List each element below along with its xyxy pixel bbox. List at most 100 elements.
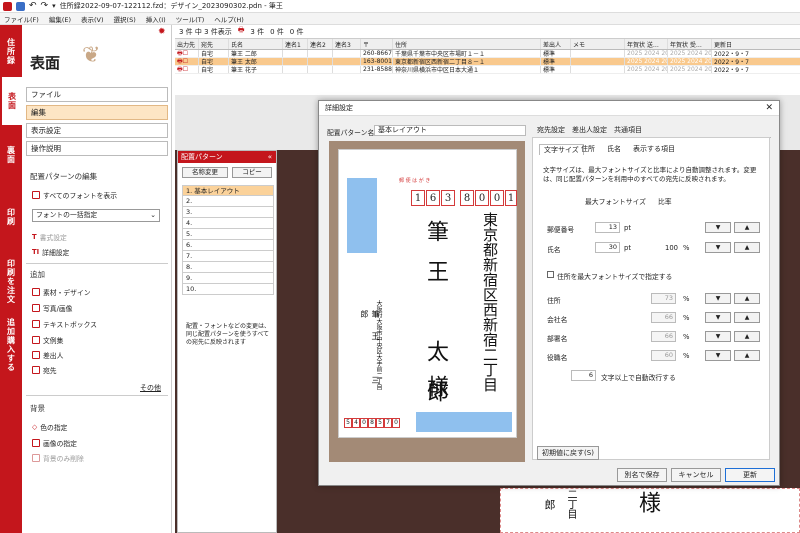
zip-size-input[interactable]: 13 <box>595 222 620 233</box>
pattern-name-input[interactable]: 基本レイアウト <box>374 125 526 136</box>
addr-increase-button[interactable]: ▲ <box>734 293 760 304</box>
menu-select[interactable]: 選択(S) <box>114 14 136 24</box>
bg-color[interactable]: ◇ 色の指定 <box>32 422 67 432</box>
tab-front[interactable]: 表面 <box>2 77 22 125</box>
add-recipient[interactable]: 宛先 <box>32 365 57 375</box>
list-item[interactable]: 4. <box>182 218 274 229</box>
list-item[interactable]: 9. <box>182 273 274 284</box>
col-name[interactable]: 氏名 <box>229 39 283 49</box>
rename-button[interactable]: 名称変更 <box>182 167 228 178</box>
add-material[interactable]: 素材・デザイン <box>32 287 91 297</box>
list-item[interactable]: 8. <box>182 262 274 273</box>
col-sender[interactable]: 差出人 <box>541 39 571 49</box>
tab-order-print[interactable]: 印刷を注文 <box>0 253 22 309</box>
title-decrease-button[interactable]: ▼ <box>705 350 731 361</box>
list-item[interactable]: 2. <box>182 196 274 207</box>
show-all-fonts[interactable]: すべてのフォントを表示 <box>32 190 117 200</box>
col-updated[interactable]: 更新日 <box>712 39 750 49</box>
instructions-button[interactable]: 操作説明 <box>26 141 168 156</box>
menu-insert[interactable]: 挿入(I) <box>146 14 166 24</box>
tab-print[interactable]: 印刷 <box>0 195 22 239</box>
list-item[interactable]: 5. <box>182 229 274 240</box>
save-icon[interactable] <box>16 1 25 11</box>
add-photo[interactable]: 写真/画像 <box>32 303 72 313</box>
row-checkbox[interactable]: 🖶☐ <box>175 66 199 73</box>
col-joint1[interactable]: 連名1 <box>283 39 308 49</box>
edit-button[interactable]: 編集 <box>26 105 168 120</box>
addr-ratio-input[interactable]: 73 <box>651 293 676 304</box>
collapse-icon[interactable]: « <box>268 151 272 163</box>
addr-max-checkbox[interactable] <box>547 271 554 278</box>
table-row[interactable]: 🖶☐ 自宅 筆王 花子 231-8588 神奈川県横浜市中区日本大通１ 標準 2… <box>175 66 800 74</box>
bg-delete[interactable]: 背景のみ削除 <box>32 453 84 463</box>
menu-file[interactable]: ファイル(F) <box>4 14 39 24</box>
list-item[interactable]: 3. <box>182 207 274 218</box>
col-memo[interactable]: メモ <box>571 39 625 49</box>
col-zip[interactable]: 〒 <box>361 39 393 49</box>
tab-dest-settings[interactable]: 宛先設定 <box>533 125 569 136</box>
addr-decrease-button[interactable]: ▼ <box>705 293 731 304</box>
detail-setting[interactable]: TI 詳細設定 <box>32 247 69 257</box>
other-link[interactable]: その他 <box>140 383 161 393</box>
col-output[interactable]: 出力先 <box>175 39 199 49</box>
zip-increase-button[interactable]: ▲ <box>734 222 760 233</box>
zip-decrease-button[interactable]: ▼ <box>705 222 731 233</box>
add-textbox[interactable]: テキストボックス <box>32 319 97 329</box>
tab-common[interactable]: 共通項目 <box>610 125 646 136</box>
dept-decrease-button[interactable]: ▼ <box>705 331 731 342</box>
cancel-button[interactable]: キャンセル <box>671 468 721 482</box>
gear-icon[interactable]: ✹ <box>158 27 166 37</box>
list-item[interactable]: 10. <box>182 284 274 295</box>
tab-sender-settings[interactable]: 差出人設定 <box>568 125 611 136</box>
menu-tools[interactable]: ツール(T) <box>176 14 205 24</box>
col-dest[interactable]: 宛先 <box>199 39 229 49</box>
name-increase-button[interactable]: ▲ <box>734 242 760 253</box>
tab-back[interactable]: 裏面 <box>0 133 22 177</box>
list-item[interactable]: 1. 基本レイアウト <box>182 185 274 196</box>
col-address[interactable]: 住所 <box>393 39 541 49</box>
company-ratio-input[interactable]: 66 <box>651 312 676 323</box>
tab-buy-more[interactable]: 追加購入する <box>0 315 22 375</box>
name-size-input[interactable]: 30 <box>595 242 620 253</box>
row-checkbox[interactable]: 🖶☐ <box>175 58 199 65</box>
col-received[interactable]: 年賀状 受… <box>668 39 712 49</box>
company-increase-button[interactable]: ▲ <box>734 312 760 323</box>
row-checkbox[interactable]: 🖶☐ <box>175 50 199 57</box>
tab-address-book[interactable]: 住所録 <box>0 31 22 71</box>
table-row[interactable]: 🖶☐ 自宅 筆王 二郎 260-8667 千葉県千葉市中央区市場町１－１ 標準 … <box>175 50 800 58</box>
dept-increase-button[interactable]: ▲ <box>734 331 760 342</box>
wrap-input[interactable]: 6 <box>571 370 596 381</box>
subtab-name[interactable]: 氏名 <box>603 144 625 155</box>
company-decrease-button[interactable]: ▼ <box>705 312 731 323</box>
add-sender[interactable]: 差出人 <box>32 350 63 360</box>
close-icon[interactable]: ✕ <box>765 103 773 113</box>
table-row[interactable]: 🖶☐ 自宅 筆王 太郎 163-8001 東京都新宿区西新宿二丁目８－１ 標準 … <box>175 58 800 66</box>
menu-edit[interactable]: 編集(E) <box>49 14 71 24</box>
subtab-address[interactable]: 住所 <box>577 144 599 155</box>
copy-button[interactable]: コピー <box>232 167 272 178</box>
reset-button[interactable]: 初期値に戻す(S) <box>537 446 599 460</box>
name-decrease-button[interactable]: ▼ <box>705 242 731 253</box>
font-dropdown[interactable]: フォントの一括指定 ⌄ <box>32 209 160 222</box>
menu-view[interactable]: 表示(V) <box>81 14 104 24</box>
style-setting[interactable]: T 書式設定 <box>32 232 67 242</box>
col-joint3[interactable]: 連名3 <box>333 39 361 49</box>
list-item[interactable]: 7. <box>182 251 274 262</box>
menu-help[interactable]: ヘルプ(H) <box>214 14 243 24</box>
list-item[interactable]: 6. <box>182 240 274 251</box>
display-settings-button[interactable]: 表示設定 <box>26 123 168 138</box>
redo-icon[interactable]: ↷ <box>41 1 49 11</box>
save-as-button[interactable]: 別名で保存 <box>617 468 667 482</box>
dropdown-icon[interactable]: ▾ <box>52 2 56 10</box>
update-button[interactable]: 更新 <box>725 468 775 482</box>
title-increase-button[interactable]: ▲ <box>734 350 760 361</box>
add-sample-text[interactable]: 文例集 <box>32 335 63 345</box>
col-sent[interactable]: 年賀状 送… <box>625 39 668 49</box>
subtab-display-items[interactable]: 表示する項目 <box>629 144 679 155</box>
bg-image[interactable]: 画像の指定 <box>32 438 77 448</box>
col-joint2[interactable]: 連名2 <box>308 39 333 49</box>
undo-icon[interactable]: ↶ <box>29 1 37 11</box>
title-ratio-input[interactable]: 60 <box>651 350 676 361</box>
file-button[interactable]: ファイル <box>26 87 168 102</box>
dept-ratio-input[interactable]: 66 <box>651 331 676 342</box>
